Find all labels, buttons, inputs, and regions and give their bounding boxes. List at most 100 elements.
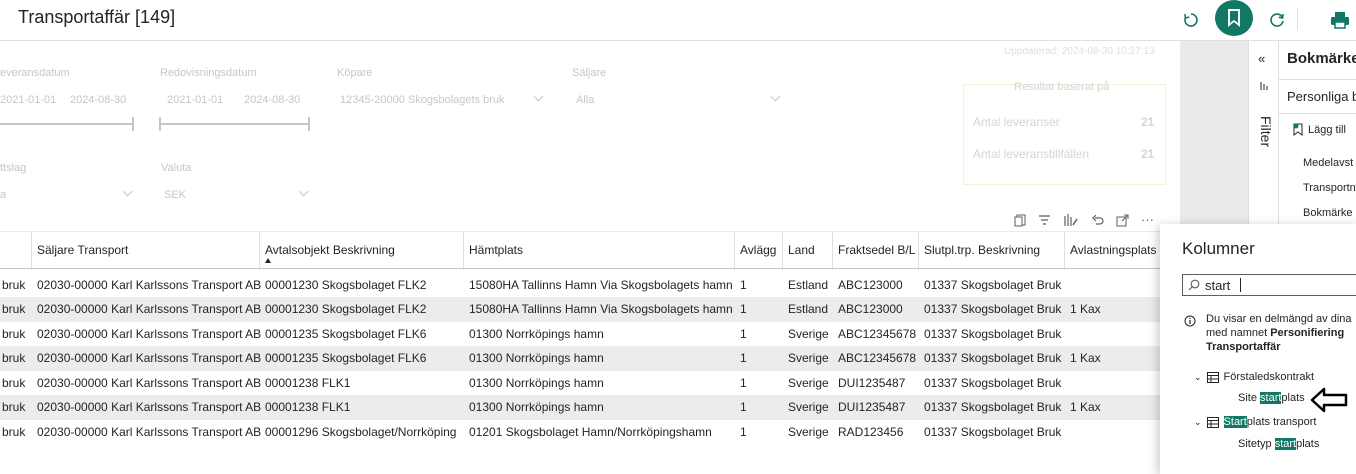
- filter-pane-label[interactable]: Filter: [1258, 116, 1274, 147]
- result-card: Resultat baserat på Antal leveranser 21 …: [963, 81, 1166, 185]
- column-header[interactable]: Slutpl.trp. Beskrivning: [924, 243, 1040, 257]
- filter-label-artslag: ttslag: [0, 162, 27, 174]
- table-row[interactable]: bruk 02030-00000 Karl Karlssons Transport…: [0, 346, 1180, 371]
- table-cell: 02030-00000 Karl Karlssons Transport AB: [37, 302, 262, 316]
- redovisningsdatum-from[interactable]: 2021-01-01: [167, 94, 223, 106]
- table-row[interactable]: bruk 02030-00000 Karl Karlssons Transport…: [0, 322, 1180, 347]
- page-header: Transportaffär [149]: [0, 0, 1356, 41]
- column-edit-icon[interactable]: [1063, 213, 1079, 227]
- print-button[interactable]: [1324, 4, 1356, 36]
- table-cell: Sverige: [788, 326, 829, 341]
- table-cell: 00001230 Skogsbolaget FLK2: [265, 302, 427, 316]
- table-cell: 01337 Skogsbolaget Bruk: [924, 400, 1062, 414]
- filter-label-saljare: Säljare: [572, 67, 607, 79]
- filter-label-redovisningsdatum: Redovisningsdatum: [160, 67, 257, 79]
- add-bookmark-icon: [1293, 123, 1303, 136]
- column-header[interactable]: Land: [788, 243, 815, 257]
- column-header[interactable]: Avtalsobjekt Beskrivning: [265, 243, 395, 257]
- table-cell: 1: [740, 277, 747, 292]
- chevron-down-icon: [533, 91, 544, 102]
- more-options-icon[interactable]: ···: [1141, 213, 1154, 226]
- chevron-down-icon: ⌄: [1194, 371, 1202, 382]
- table-cell: 01300 Norrköpings hamn: [469, 375, 604, 390]
- filter-label-kopare: Köpare: [337, 67, 373, 79]
- bookmark-item[interactable]: Medelavst: [1303, 157, 1353, 169]
- header-divider: [1297, 8, 1298, 30]
- result-title: Resultat baserat på: [1014, 81, 1110, 93]
- slider-handle[interactable]: [132, 117, 134, 131]
- table-cell: 1: [740, 326, 747, 341]
- info-text: Du visar en delmängd av dina med namnet …: [1206, 313, 1352, 353]
- redovisningsdatum-to[interactable]: 2024-08-30: [244, 94, 300, 106]
- column-group-forstaledskontrakt[interactable]: ⌄ Förstaledskontrakt: [1194, 371, 1314, 383]
- column-header[interactable]: Säljare Transport: [37, 243, 128, 257]
- table-cell: bruk: [2, 277, 26, 292]
- slider-handle[interactable]: [308, 117, 310, 131]
- bookmark-button[interactable]: [1215, 0, 1253, 36]
- reset-button[interactable]: [1175, 4, 1207, 36]
- leveransdatum-slider[interactable]: [0, 123, 134, 125]
- table-cell: 1: [740, 400, 747, 414]
- table-row[interactable]: bruk 02030-00000 Karl Karlssons Transport…: [0, 395, 1180, 420]
- table-cell: 1 Kax: [1070, 302, 1101, 316]
- table-cell: bruk: [2, 424, 26, 439]
- column-group-startplats-transport[interactable]: ⌄ Startplats transport: [1194, 416, 1316, 428]
- table-cell: Sverige: [788, 351, 829, 365]
- table-cell: Sverige: [788, 400, 829, 414]
- saljare-select[interactable]: Alla: [576, 94, 594, 106]
- add-bookmark-button[interactable]: Lägg till: [1292, 123, 1346, 136]
- table-cell: 02030-00000 Karl Karlssons Transport AB: [37, 326, 262, 341]
- search-icon: [1188, 279, 1200, 291]
- slider-handle[interactable]: [159, 117, 161, 131]
- leveransdatum-to[interactable]: 2024-08-30: [70, 94, 126, 106]
- column-header[interactable]: Avlägg: [740, 243, 776, 257]
- artslag-select[interactable]: a: [0, 189, 6, 201]
- result-value: 21: [1141, 147, 1155, 161]
- table-cell: 01337 Skogsbolaget Bruk: [924, 424, 1062, 439]
- copy-icon[interactable]: [1014, 214, 1026, 227]
- chevron-down-icon: ⌄: [1194, 416, 1202, 427]
- table-cell: bruk: [2, 400, 26, 414]
- table-row[interactable]: bruk 02030-00000 Karl Karlssons Transport…: [0, 420, 1180, 445]
- table-cell: 01337 Skogsbolaget Bruk: [924, 375, 1062, 390]
- table-cell: DUI1235487: [838, 400, 906, 414]
- bookmark-item[interactable]: Transportn: [1303, 182, 1356, 194]
- table-cell: 00001235 Skogsbolaget FLK6: [265, 326, 427, 341]
- bookmark-item[interactable]: Bokmärke: [1303, 207, 1353, 219]
- print-icon: [1331, 12, 1349, 29]
- table-cell: 00001235 Skogsbolaget FLK6: [265, 351, 427, 365]
- column-header[interactable]: Avlastningsplats: [1070, 243, 1157, 257]
- collapse-icon[interactable]: «: [1258, 51, 1265, 66]
- undo-icon[interactable]: [1091, 214, 1104, 226]
- sort-ascending-icon: [265, 258, 271, 263]
- table-cell: Estland: [788, 277, 829, 292]
- table-cell: 02030-00000 Karl Karlssons Transport AB: [37, 424, 262, 439]
- table-row[interactable]: bruk 02030-00000 Karl Karlssons Transport…: [0, 371, 1180, 396]
- result-value: 21: [1141, 115, 1155, 129]
- columns-title: Kolumner: [1182, 239, 1255, 258]
- table-row[interactable]: bruk 02030-00000 Karl Karlssons Transport…: [0, 273, 1180, 298]
- reset-icon: [1184, 13, 1198, 27]
- result-label: Antal leveranser: [973, 115, 1060, 129]
- column-item-sitetyp-startplats[interactable]: Sitetyp startplats: [1238, 438, 1319, 450]
- leveransdatum-from[interactable]: 2021-01-01: [0, 94, 56, 106]
- refresh-button[interactable]: [1261, 4, 1293, 36]
- table-icon: [1206, 371, 1219, 383]
- valuta-select[interactable]: SEK: [164, 189, 186, 201]
- focus-mode-icon[interactable]: [1116, 214, 1129, 227]
- info-icon: [1184, 315, 1196, 327]
- refresh-icon: [1270, 13, 1284, 27]
- table-row[interactable]: bruk 02030-00000 Karl Karlssons Transport…: [0, 297, 1180, 322]
- table-cell: ABC12345678: [838, 326, 917, 341]
- table-cell: 02030-00000 Karl Karlssons Transport AB: [37, 375, 262, 390]
- redovisningsdatum-slider[interactable]: [160, 123, 310, 125]
- table-cell: bruk: [2, 351, 26, 365]
- column-header[interactable]: Hämtplats: [469, 243, 523, 257]
- chevron-down-icon: [298, 186, 309, 197]
- columns-flyout: Kolumner start Du visar en delmängd av d…: [1160, 224, 1356, 474]
- columns-search-input[interactable]: start: [1182, 274, 1356, 296]
- column-header[interactable]: Fraktsedel B/L: [838, 243, 915, 257]
- kopare-select[interactable]: 12345-20000 Skogsbolagets bruk: [340, 94, 505, 106]
- filter-icon[interactable]: [1038, 214, 1051, 226]
- column-item-site-startplats[interactable]: Site startplats: [1238, 392, 1305, 404]
